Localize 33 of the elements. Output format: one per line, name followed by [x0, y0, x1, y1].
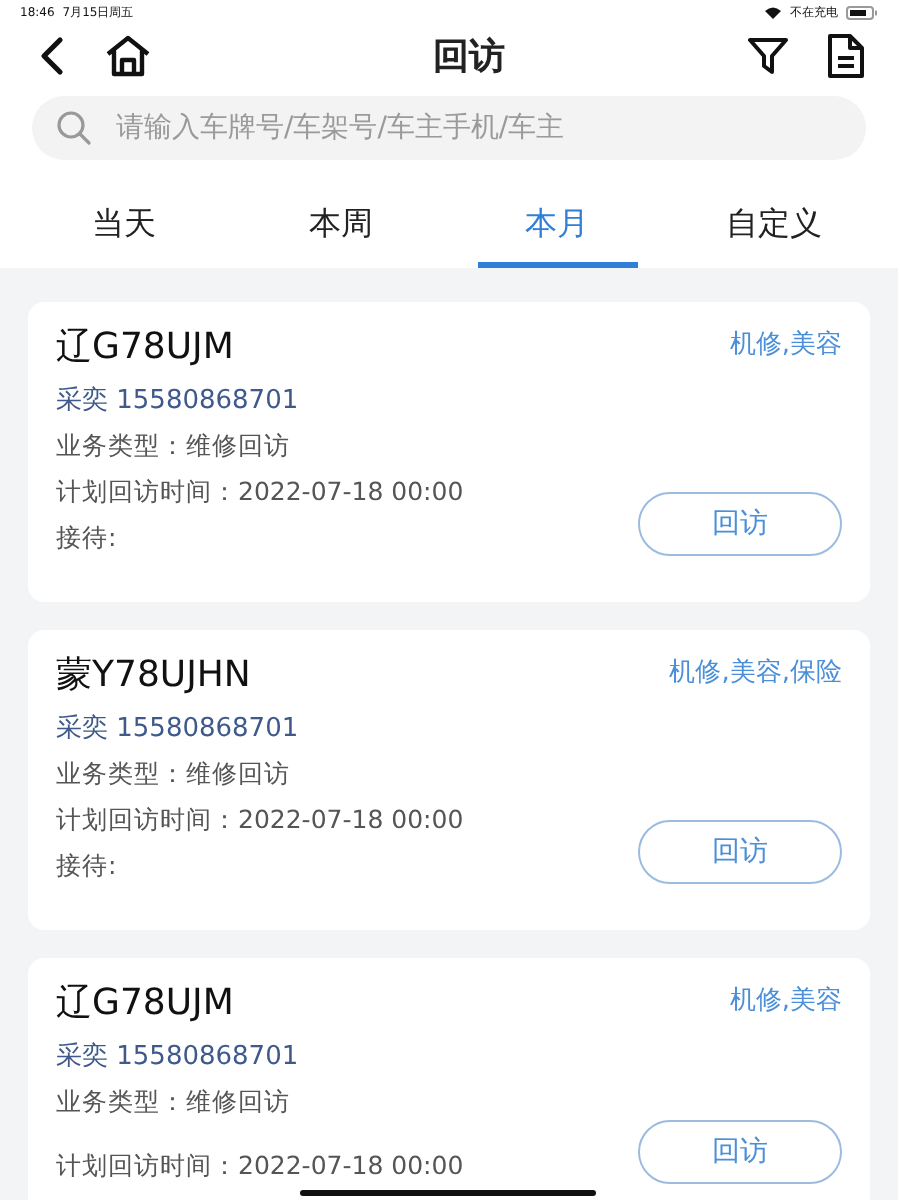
planned-time: 计划回访时间：2022-07-18 00:00 — [56, 476, 464, 510]
back-icon[interactable] — [40, 36, 64, 76]
business-type: 业务类型：维修回访 — [56, 1086, 292, 1120]
planned-time: 计划回访时间：2022-07-18 00:00 — [56, 1150, 464, 1184]
plate-number: 辽G78UJM — [56, 980, 234, 1026]
customer-info: 采奕 15580868701 — [56, 1040, 301, 1074]
wifi-icon — [764, 5, 782, 19]
service-tags: 机修,美容 — [729, 326, 842, 362]
tab[interactable]: 本周 — [260, 180, 421, 268]
service-tags: 机修,美容 — [729, 982, 842, 1018]
home-icon[interactable] — [104, 34, 152, 78]
battery-icon — [846, 5, 878, 19]
planned-time: 计划回访时间：2022-07-18 00:00 — [56, 804, 464, 838]
visit-card[interactable]: 蒙Y78UJHN 机修,美容,保险 采奕 15580868701 业务类型：维修回访 计划回访时间：2022-07-18 00:00 接待: 回访 — [28, 630, 870, 930]
business-type: 业务类型：维修回访 — [56, 758, 292, 792]
customer-info: 采奕 15580868701 — [56, 384, 301, 418]
search-field[interactable]: 请输入车牌号/车架号/车主手机/车主 — [32, 96, 866, 160]
visit-card[interactable]: 辽G78UJM 机修,美容 采奕 15580868701 业务类型：维修回访 计划回访时间：2022-07-18 00:00 接待: 回访 — [28, 302, 870, 602]
visit-card[interactable]: 辽G78UJM 机修,美容 采奕 15580868701 业务类型：维修回访 计划回访时间：2022-07-18 00:00 回访 — [28, 958, 870, 1200]
reception-label: 接待: — [56, 850, 119, 884]
business-type: 业务类型：维修回访 — [56, 430, 292, 464]
document-icon[interactable] — [826, 32, 866, 80]
tab[interactable]: 自定义 — [693, 180, 854, 268]
reception-label: 接待: — [56, 522, 119, 556]
customer-info: 采奕 15580868701 — [56, 712, 301, 746]
tab[interactable]: 当天 — [44, 180, 205, 268]
plate-number: 蒙Y78UJHN — [56, 652, 251, 698]
page-title: 回访 — [431, 34, 507, 80]
service-tags: 机修,美容,保险 — [669, 654, 842, 690]
search-icon — [56, 110, 92, 146]
plate-number: 辽G78UJM — [56, 324, 234, 370]
tab[interactable]: 本月 — [477, 180, 638, 268]
filter-icon[interactable] — [746, 34, 790, 78]
